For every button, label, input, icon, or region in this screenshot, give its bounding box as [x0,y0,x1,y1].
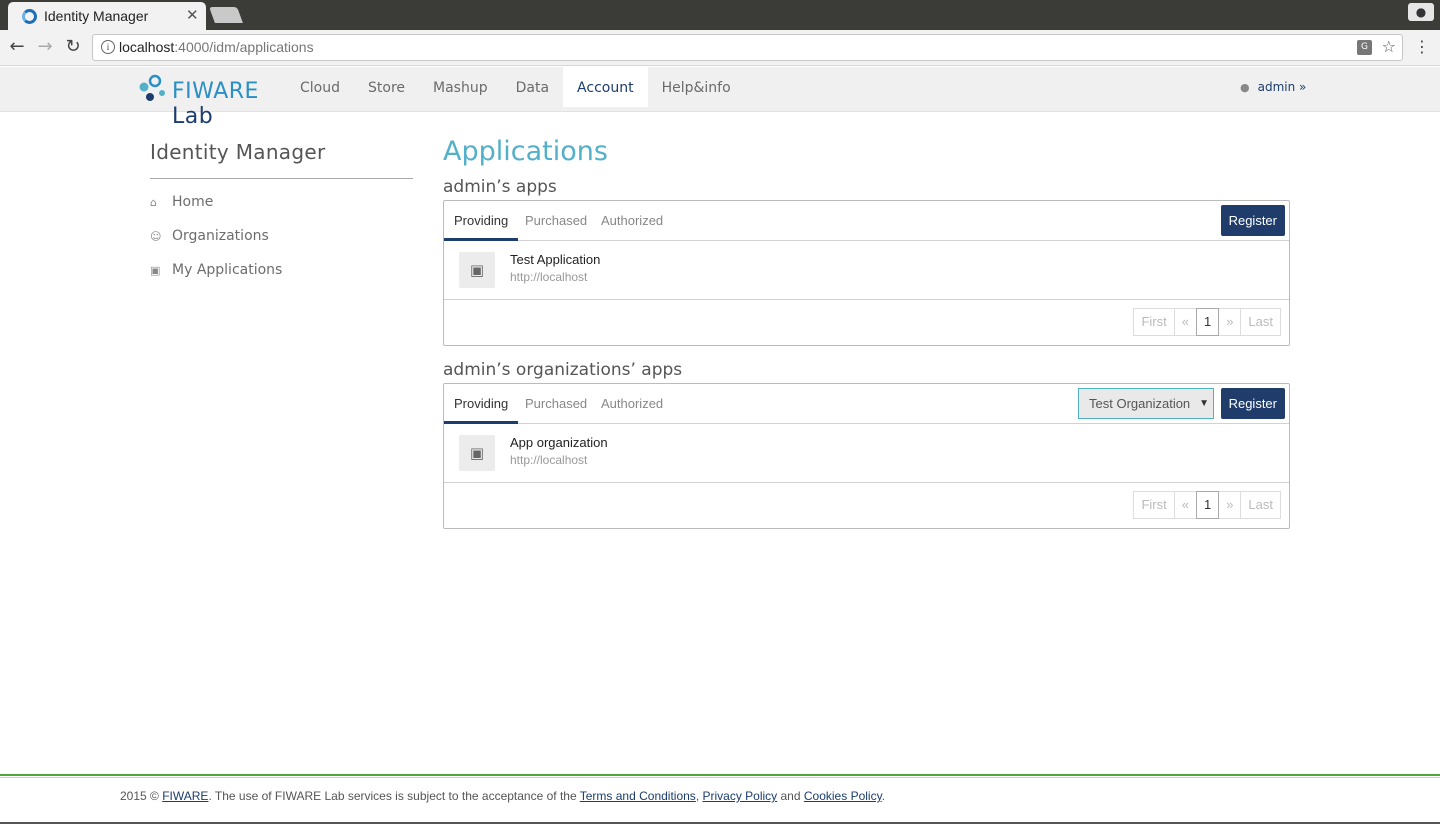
pager-last[interactable]: Last [1240,308,1281,336]
browser-tab[interactable]: Identity Manager ✕ [8,2,206,30]
section-title-org-apps: admin’s organizations’ apps [443,360,683,380]
home-icon: ⌂ [150,196,157,209]
page-title: Applications [443,136,608,167]
logo-dots-icon [139,74,165,101]
browser-tabbar: Identity Manager ✕ ● [0,0,1440,30]
info-icon[interactable]: i [101,40,115,54]
terms-link[interactable]: Terms and Conditions [580,789,696,803]
tab-authorized[interactable]: Authorized [601,384,663,424]
logo-text: FIWARE Lab [172,79,259,129]
sidebar-item-home[interactable]: ⌂ Home [150,194,213,214]
cube-icon: ▣ [459,252,495,288]
user-name: admin [1257,80,1296,94]
nav-store[interactable]: Store [354,67,419,107]
pager-last[interactable]: Last [1240,491,1281,519]
pager-current[interactable]: 1 [1195,308,1220,336]
nav-mashup[interactable]: Mashup [419,67,502,107]
list-item[interactable]: ▣ Test Application http://localhost [444,241,1289,300]
cube-icon: ▣ [150,264,161,277]
sidebar-title: Identity Manager [150,140,326,164]
app-name[interactable]: App organization [510,435,608,450]
fiware-link[interactable]: FIWARE [162,789,208,803]
tab-providing[interactable]: Providing [444,384,519,424]
cube-icon: ▣ [459,435,495,471]
fiware-lab-logo[interactable]: FIWARE Lab [138,73,288,129]
tab-title: Identity Manager [44,8,149,24]
nav-help-info[interactable]: Help&info [648,67,745,107]
my-apps-panel: Providing Purchased Authorized Register … [443,200,1290,346]
nav-data[interactable]: Data [502,67,563,107]
register-button[interactable]: Register [1220,388,1285,419]
pager-current[interactable]: 1 [1195,491,1220,519]
organization-select[interactable]: Test Organization ▼ [1078,388,1214,419]
user-icon: ● [1240,81,1250,94]
reload-icon[interactable]: ↻ [62,36,84,58]
back-icon[interactable]: ← [6,36,28,58]
profile-icon[interactable]: ● [1408,3,1434,21]
chevron-down-icon: » [1295,80,1307,94]
footer-divider [0,774,1440,776]
browser-toolbar: ← → ↻ i localhost:4000/idm/applications … [0,30,1440,66]
section-title-my-apps: admin’s apps [443,177,557,197]
list-item[interactable]: ▣ App organization http://localhost [444,424,1289,483]
org-apps-panel: Providing Purchased Authorized Test Orga… [443,383,1290,529]
privacy-link[interactable]: Privacy Policy [702,789,777,803]
new-tab-button[interactable] [209,7,243,23]
favicon-icon [22,9,37,24]
sidebar-divider [150,178,413,179]
forward-icon[interactable]: → [34,36,56,58]
cookies-link[interactable]: Cookies Policy [804,789,882,803]
app-url: http://localhost [510,270,588,284]
my-apps-tabs: Providing Purchased Authorized Register [444,201,1289,241]
browser-menu-icon[interactable]: ⋮ [1414,36,1430,58]
tab-close-icon[interactable]: ✕ [186,6,199,24]
pager-next[interactable]: » [1218,308,1242,336]
sidebar-item-my-applications[interactable]: ▣ My Applications [150,262,282,282]
top-nav: Cloud Store Mashup Data Account Help&inf… [286,67,745,107]
tab-purchased[interactable]: Purchased [525,384,587,424]
chevron-down-icon: ▼ [1199,398,1209,409]
user-menu[interactable]: ● admin » [1240,80,1306,94]
users-icon: ☺ [150,230,162,243]
pager-next[interactable]: » [1218,491,1242,519]
url-text[interactable]: localhost:4000/idm/applications [119,39,314,55]
nav-account[interactable]: Account [563,67,648,107]
tab-providing[interactable]: Providing [444,201,519,241]
pagination: First « 1 » Last [444,300,1289,345]
bookmark-star-icon[interactable]: ☆ [1382,37,1396,56]
site-header: FIWARE Lab Cloud Store Mashup Data Accou… [0,67,1440,129]
app-url: http://localhost [510,453,588,467]
pager-first[interactable]: First [1133,491,1175,519]
translate-icon[interactable]: G [1357,40,1372,55]
tab-authorized[interactable]: Authorized [601,201,663,241]
pager-first[interactable]: First [1133,308,1175,336]
tab-purchased[interactable]: Purchased [525,201,587,241]
address-bar[interactable]: i localhost:4000/idm/applications G ☆ [92,34,1403,61]
nav-cloud[interactable]: Cloud [286,67,354,107]
footer-text: 2015 © FIWARE. The use of FIWARE Lab ser… [120,789,886,803]
sidebar-item-organizations[interactable]: ☺ Organizations [150,228,269,248]
org-apps-tabs: Providing Purchased Authorized Test Orga… [444,384,1289,424]
pager-prev[interactable]: « [1173,491,1197,519]
register-button[interactable]: Register [1220,205,1285,236]
pagination: First « 1 » Last [444,483,1289,528]
app-name[interactable]: Test Application [510,252,600,267]
pager-prev[interactable]: « [1173,308,1197,336]
footer-divider-shadow [0,777,1440,778]
